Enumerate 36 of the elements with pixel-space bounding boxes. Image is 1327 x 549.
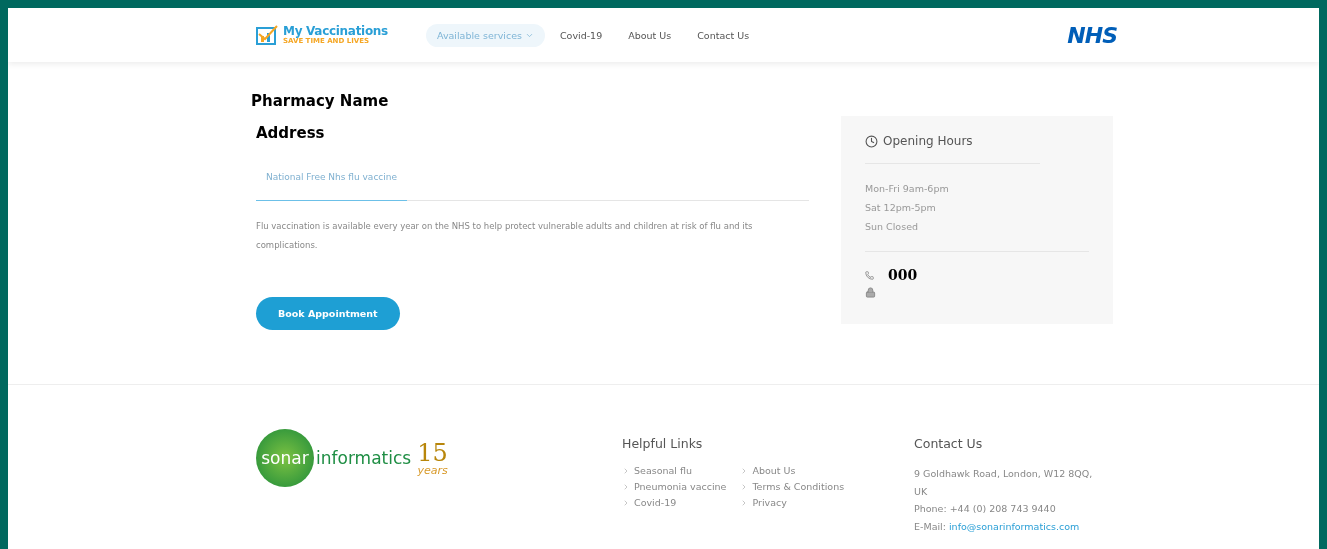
contact-address: 9 Goldhawk Road, London, W12 8QQ, UK: [914, 467, 1094, 499]
footer-link[interactable]: Terms & Conditions: [740, 481, 845, 492]
service-description: Flu vaccination is available every year on the NHS to help protect vulnerable adults and children at risk of flu and its complications.: [256, 220, 754, 252]
address-heading: Address: [256, 124, 326, 142]
phone-icon: [865, 270, 874, 280]
nav-link[interactable]: About Us: [617, 23, 683, 47]
footer-link[interactable]: Pneumonia vaccine: [622, 481, 727, 492]
anniversary-word: years: [417, 464, 448, 476]
contact-phone: Phone: +44 (0) 208 743 9440: [914, 502, 1057, 516]
nav-link[interactable]: Contact Us: [686, 23, 761, 47]
book-appointment-button[interactable]: Book Appointment: [256, 297, 400, 330]
nav-link[interactable]: Covid-19: [548, 23, 614, 47]
opening-hours-line: Mon-Fri 9am-6pm: [865, 182, 950, 196]
opening-hours-line: Sun Closed: [865, 220, 919, 234]
footer-link[interactable]: Seasonal flu: [622, 465, 727, 476]
lock-icon: [865, 287, 876, 298]
footer-link[interactable]: About Us: [740, 465, 845, 476]
contact-us-title: Contact Us: [914, 436, 984, 451]
clock-icon: [865, 134, 878, 148]
pharmacy-name: Pharmacy Name: [251, 92, 390, 110]
nhs-logo[interactable]: NHS: [1067, 22, 1117, 48]
logo-word: sonar: [261, 448, 309, 468]
nav-link[interactable]: Available services: [425, 23, 545, 47]
footer-link[interactable]: Privacy: [740, 497, 845, 508]
opening-hours-line: Sat 12pm-5pm: [865, 201, 937, 215]
chart-logo-icon: [256, 24, 280, 46]
logo-word: informatics: [316, 448, 412, 468]
helpful-links-title: Helpful Links: [622, 436, 704, 451]
email-link[interactable]: info@sonarinformatics.com: [948, 520, 1080, 532]
opening-hours-title: Opening Hours: [883, 134, 973, 148]
footer-link[interactable]: Covid-19: [622, 497, 727, 508]
phone-number: 000: [888, 267, 918, 283]
service-tab[interactable]: National Free Nhs flu vaccine: [256, 164, 408, 201]
anniversary-number: 15: [417, 440, 448, 465]
contact-email: E-Mail: info@sonarinformatics.com: [914, 519, 1081, 534]
logo-name: My Vaccinations: [283, 25, 388, 37]
